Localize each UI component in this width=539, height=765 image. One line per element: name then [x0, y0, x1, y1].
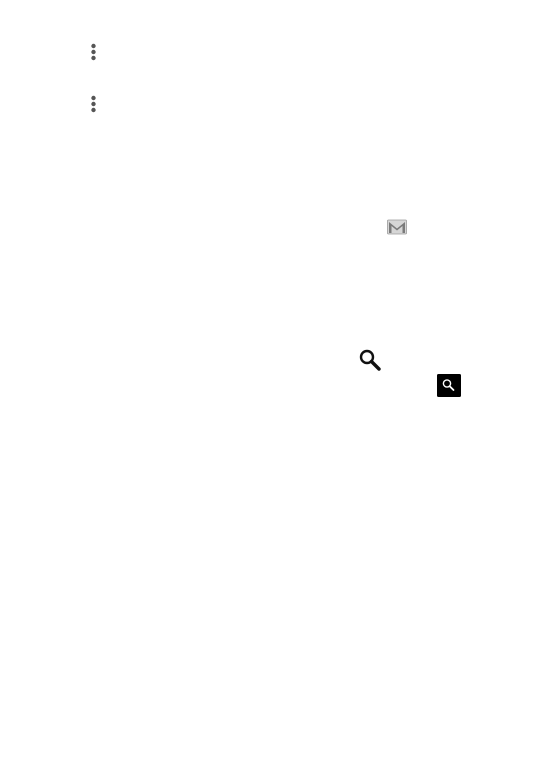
document-page	[0, 0, 539, 765]
overflow-menu-icon[interactable]	[89, 95, 98, 113]
overflow-menu-icon[interactable]	[89, 43, 98, 61]
search-button-icon[interactable]	[437, 374, 461, 397]
search-icon[interactable]	[359, 349, 381, 371]
gmail-icon	[387, 219, 407, 235]
